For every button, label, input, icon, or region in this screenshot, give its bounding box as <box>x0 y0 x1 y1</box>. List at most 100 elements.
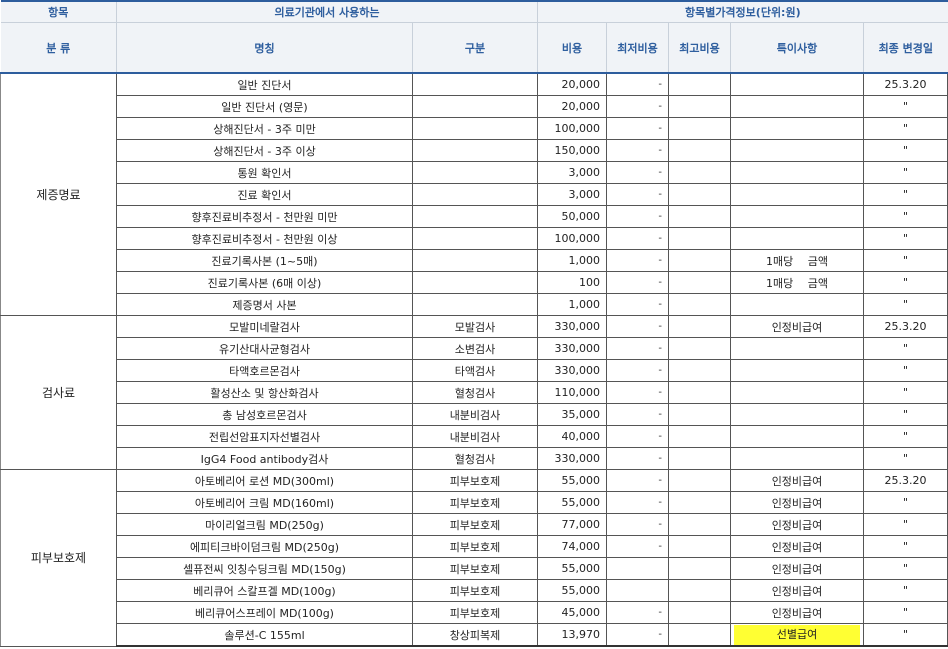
max-cost-cell <box>668 381 731 404</box>
min-cost-cell: - <box>606 95 669 118</box>
table-row: 향후진료비추정서 - 천만원 미만 50,000- " <box>1 205 948 228</box>
table-row: 상해진단서 - 3주 미만 100,000- " <box>1 117 948 140</box>
max-cost-cell <box>668 337 731 360</box>
item-type-cell: 내분비검사 <box>412 425 538 448</box>
item-type-cell: 혈청검사 <box>412 447 538 470</box>
cost-cell: 13,970 <box>537 623 607 647</box>
cost-cell: 45,000 <box>537 601 607 624</box>
col-type: 구분 <box>412 22 538 74</box>
note-cell: 1매당 금액 <box>730 271 864 294</box>
last-changed-cell: " <box>862 425 948 448</box>
max-cost-cell <box>668 183 731 206</box>
max-cost-cell <box>668 359 731 382</box>
min-cost-cell <box>606 557 669 580</box>
item-name-cell: 모발미네랄검사 <box>116 315 413 338</box>
item-type-cell: 내분비검사 <box>412 403 538 426</box>
cost-cell: 330,000 <box>537 315 607 338</box>
note-cell <box>730 139 864 162</box>
item-name-cell: 향후진료비추정서 - 천만원 미만 <box>116 205 413 228</box>
max-cost-cell <box>668 315 731 338</box>
col-min-cost: 최저비용 <box>606 22 669 74</box>
max-cost-cell <box>668 447 731 470</box>
last-changed-cell: " <box>862 557 948 580</box>
last-changed-cell: " <box>862 623 948 647</box>
category-cell: 피부보호제 <box>0 469 117 647</box>
cost-cell: 55,000 <box>537 491 607 514</box>
table-row: 향후진료비추정서 - 천만원 이상 100,000- " <box>1 227 948 250</box>
note-cell: 인정비급여 <box>730 469 864 492</box>
min-cost-cell: - <box>606 139 669 162</box>
max-cost-cell <box>668 293 731 316</box>
max-cost-cell <box>668 491 731 514</box>
note-cell <box>730 293 864 316</box>
item-type-cell <box>412 183 538 206</box>
last-changed-cell: " <box>862 337 948 360</box>
header-used-by-institution: 의료기관에서 사용하는 <box>116 0 538 23</box>
category-cell: 제증명료 <box>0 72 117 316</box>
highlighted-note: 선별급여 <box>734 624 860 645</box>
item-type-cell: 소변검사 <box>412 337 538 360</box>
last-changed-cell: " <box>862 249 948 272</box>
table-row: 전립선암표지자선별검사 내분비검사 40,000- " <box>1 425 948 448</box>
max-cost-cell <box>668 227 731 250</box>
item-type-cell <box>412 205 538 228</box>
table-row: 타액호르몬검사 타액검사 330,000- " <box>1 359 948 382</box>
cost-cell: 40,000 <box>537 425 607 448</box>
col-max-cost: 최고비용 <box>668 22 731 74</box>
min-cost-cell: - <box>606 491 669 514</box>
max-cost-cell <box>668 403 731 426</box>
min-cost-cell: - <box>606 359 669 382</box>
table-row: 아토베리어 크림 MD(160ml) 피부보호제 55,000- 인정비급여 " <box>1 491 948 514</box>
max-cost-cell <box>668 623 731 647</box>
max-cost-cell <box>668 513 731 536</box>
item-name-cell: 아토베리어 로션 MD(300ml) <box>116 469 413 492</box>
col-last-changed: 최종 변경일 <box>862 22 948 74</box>
last-changed-cell: " <box>862 139 948 162</box>
max-cost-cell <box>668 469 731 492</box>
col-category: 분 류 <box>0 22 117 74</box>
table-row: 피부보호제 아토베리어 로션 MD(300ml) 피부보호제 55,000- 인정비급여… <box>0 469 948 647</box>
last-changed-cell: " <box>862 601 948 624</box>
item-name-cell: 아토베리어 크림 MD(160ml) <box>116 491 413 514</box>
note-cell: 인정비급여 <box>730 601 864 624</box>
col-name: 명칭 <box>116 22 413 74</box>
note-cell: 선별급여 <box>730 623 864 647</box>
table-row: IgG4 Food antibody검사 혈청검사 330,000- " <box>1 447 948 470</box>
table-row: 일반 진단서 (영문) 20,000- " <box>1 95 948 118</box>
min-cost-cell: - <box>606 601 669 624</box>
price-table: 항목 의료기관에서 사용하는 항목별가격정보(단위:원) 분 류 명칭 구분 비… <box>0 0 948 647</box>
item-name-cell: 타액호르몬검사 <box>116 359 413 382</box>
table-row: 솔루션-C 155ml 창상피복제 13,970- 선별급여 " <box>1 623 948 647</box>
last-changed-cell: " <box>862 579 948 602</box>
max-cost-cell <box>668 535 731 558</box>
cost-cell: 55,000 <box>537 469 607 492</box>
last-changed-cell: " <box>862 117 948 140</box>
last-changed-cell: 25.3.20 <box>862 469 948 492</box>
item-type-cell: 모발검사 <box>412 315 538 338</box>
min-cost-cell: - <box>606 249 669 272</box>
item-type-cell <box>412 293 538 316</box>
cost-cell: 1,000 <box>537 249 607 272</box>
header-row-columns: 분 류 명칭 구분 비용 최저비용 최고비용 특이사항 최종 변경일 <box>0 22 948 74</box>
min-cost-cell: - <box>606 183 669 206</box>
item-name-cell: 통원 확인서 <box>116 161 413 184</box>
item-type-cell <box>412 117 538 140</box>
note-cell <box>730 117 864 140</box>
table-row: 셀퓨전씨 잇칭수딩크림 MD(150g) 피부보호제 55,000 인정비급여 " <box>1 557 948 580</box>
min-cost-cell: - <box>606 117 669 140</box>
min-cost-cell: - <box>606 293 669 316</box>
max-cost-cell <box>668 601 731 624</box>
note-cell <box>730 403 864 426</box>
table-body: 제증명료 일반 진단서 20,000-25.3.20 일반 진단서 (영문) 20,00… <box>0 72 948 647</box>
cost-cell: 1,000 <box>537 293 607 316</box>
table-row: 제증명료 일반 진단서 20,000-25.3.20 <box>0 72 948 316</box>
cost-cell: 50,000 <box>537 205 607 228</box>
item-type-cell: 피부보호제 <box>412 535 538 558</box>
min-cost-cell: - <box>606 403 669 426</box>
max-cost-cell <box>668 579 731 602</box>
min-cost-cell: - <box>606 315 669 338</box>
last-changed-cell: " <box>862 227 948 250</box>
item-name-cell: 제증명서 사본 <box>116 293 413 316</box>
item-name-cell: 솔루션-C 155ml <box>116 623 413 647</box>
item-name-cell: 일반 진단서 <box>116 72 413 96</box>
